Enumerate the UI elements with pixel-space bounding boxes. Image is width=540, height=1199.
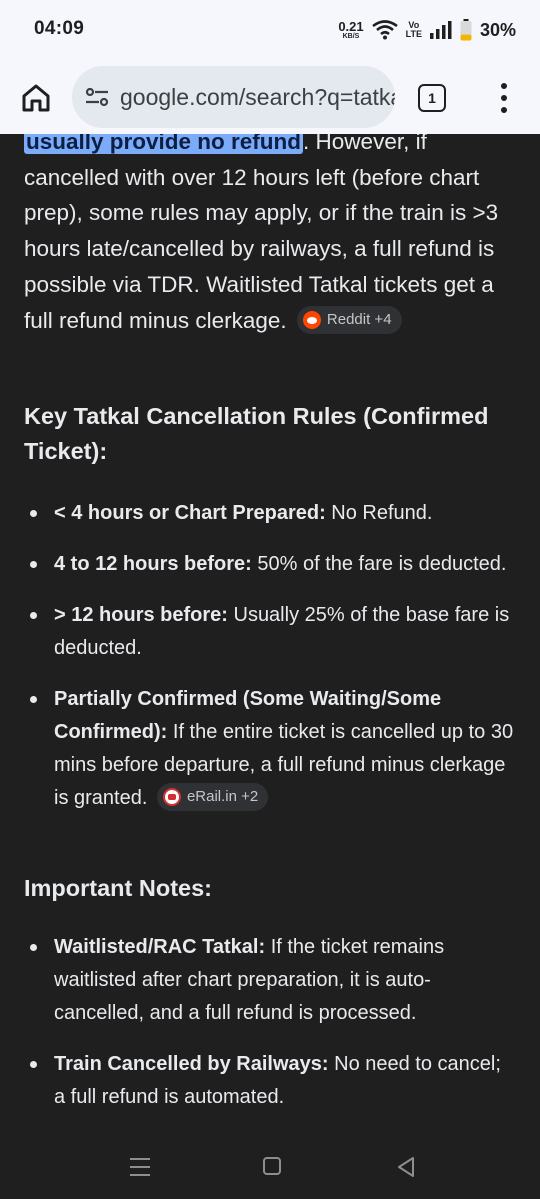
notes-list: Waitlisted/RAC Tatkal: If the ticket rem…	[24, 931, 516, 1114]
list-item-text: No Refund.	[325, 502, 433, 524]
rules-list: < 4 hours or Chart Prepared: No Refund. …	[24, 497, 516, 815]
status-icons: 0.21 KB/S Vo LTE 30%	[338, 16, 516, 44]
network-speed-value: 0.21	[338, 19, 364, 34]
intro-paragraph: usually provide no refund. However, if c…	[24, 134, 516, 338]
source-chip-label: eRail.in +2	[186, 788, 259, 806]
source-chip-erail[interactable]: eRail.in +2	[156, 782, 269, 811]
browser-toolbar: google.com/search?q=tatkal+ticket+cancel…	[0, 60, 540, 134]
battery-percentage: 30%	[479, 19, 516, 40]
tab-count: 1	[428, 90, 436, 106]
battery-icon	[460, 19, 472, 41]
list-item-title: 4 to 12 hours before:	[54, 553, 252, 575]
list-item: Train Cancelled by Railways: No need to …	[24, 1048, 516, 1114]
list-item: Partially Confirmed (Some Waiting/Some C…	[24, 683, 516, 815]
nav-recents-icon[interactable]	[130, 1158, 150, 1176]
network-speed: 0.21 KB/S	[338, 20, 363, 40]
list-item-title: > 12 hours before:	[54, 604, 228, 626]
intro-text: . However, if cancelled with over 12 hou…	[24, 134, 499, 333]
list-item-title: Waitlisted/RAC Tatkal:	[54, 936, 266, 958]
tab-switcher-button[interactable]: 1	[418, 84, 446, 112]
reddit-favicon	[302, 310, 321, 329]
list-item: Waitlisted/RAC Tatkal: If the ticket rem…	[24, 931, 516, 1030]
ai-overview-content: usually provide no refund. However, if c…	[0, 134, 540, 1134]
volte-bottom: LTE	[405, 29, 422, 39]
list-item: 4 to 12 hours before: 50% of the fare is…	[24, 548, 516, 581]
volte-indicator: Vo LTE	[406, 21, 422, 39]
wifi-icon	[371, 20, 398, 40]
source-chip-reddit[interactable]: Reddit +4	[296, 305, 402, 334]
nav-home-icon[interactable]	[263, 1157, 281, 1175]
list-item-title: Train Cancelled by Railways:	[54, 1053, 329, 1075]
network-speed-unit: KB/S	[342, 33, 360, 40]
list-item: < 4 hours or Chart Prepared: No Refund.	[24, 497, 516, 530]
site-settings-icon[interactable]	[84, 84, 110, 110]
nav-back-icon[interactable]	[396, 1156, 416, 1178]
section-heading-notes: Important Notes:	[24, 875, 212, 901]
list-item-title: < 4 hours or Chart Prepared:	[54, 502, 326, 524]
address-bar[interactable]: google.com/search?q=tatkal+ticket+cancel…	[72, 66, 395, 128]
home-icon[interactable]	[20, 82, 52, 114]
status-bar: 04:09 0.21 KB/S Vo LTE 30%	[0, 0, 540, 60]
more-menu-icon[interactable]	[494, 80, 514, 116]
list-item: > 12 hours before: Usually 25% of the ba…	[24, 599, 516, 665]
section-heading-rules: Key Tatkal Cancellation Rules (Confirmed…	[24, 403, 489, 464]
system-nav-bar	[0, 1134, 540, 1199]
highlighted-text: usually provide no refund	[24, 134, 304, 154]
signal-icon	[429, 21, 452, 39]
url-text[interactable]: google.com/search?q=tatkal+ticket+cancel…	[120, 84, 395, 111]
erail-favicon	[162, 787, 181, 806]
source-chip-label: Reddit +4	[326, 310, 392, 328]
status-time: 04:09	[34, 18, 85, 39]
list-item-text: 50% of the fare is deducted.	[251, 553, 507, 575]
